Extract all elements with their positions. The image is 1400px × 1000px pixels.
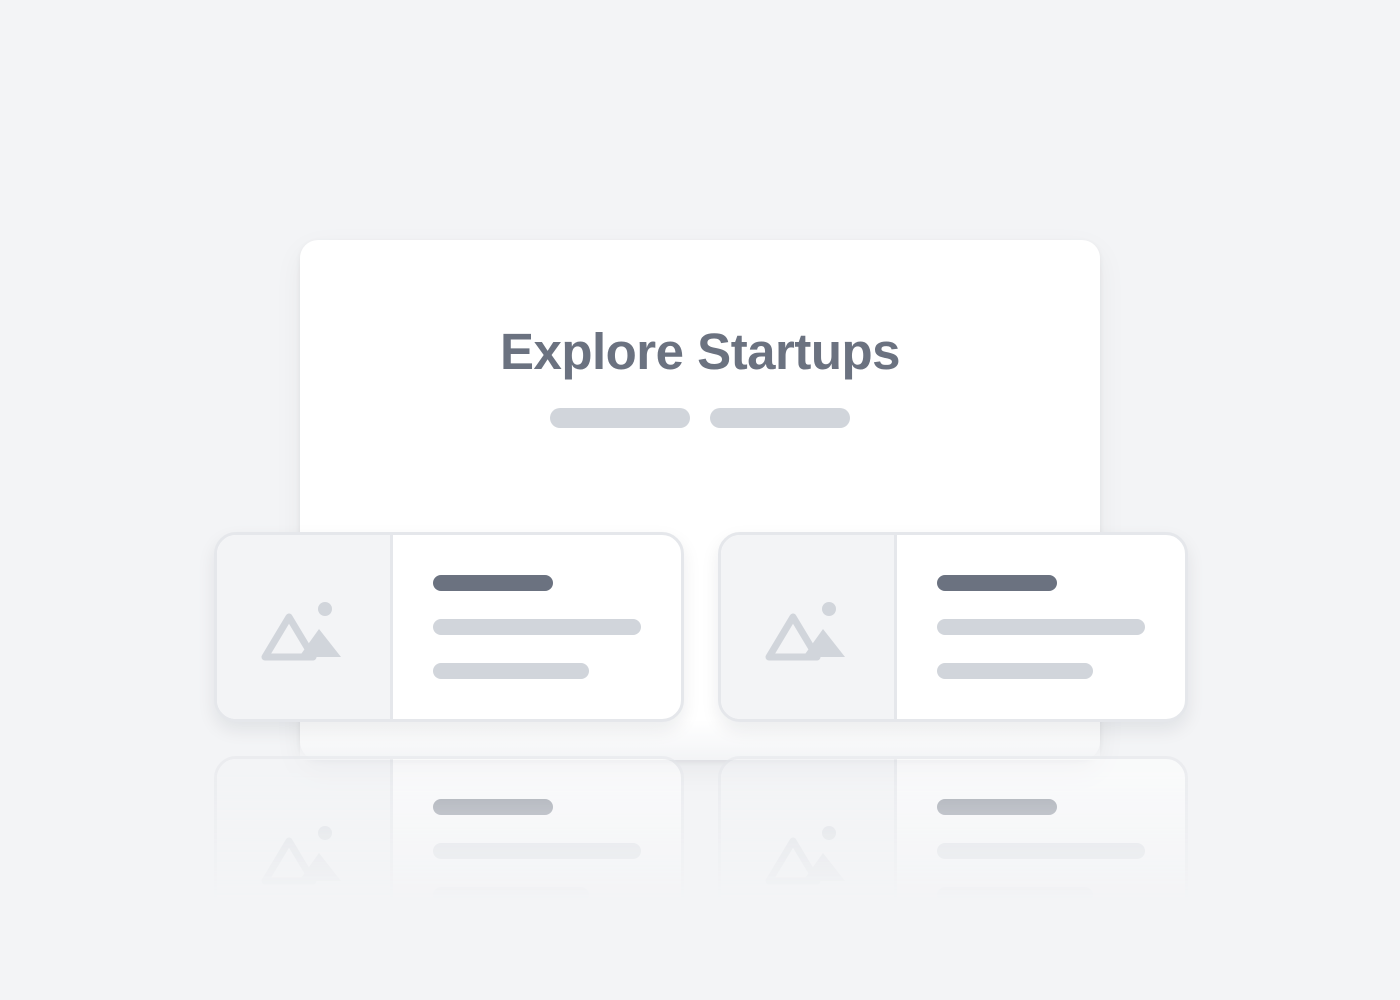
skeleton-pill <box>550 408 690 428</box>
skeleton-line <box>433 619 641 635</box>
image-placeholder-icon <box>765 826 845 885</box>
startup-card-faded <box>718 756 1188 946</box>
hero-panel-fade <box>300 720 1100 760</box>
skeleton-line <box>937 887 1093 903</box>
card-thumbnail <box>217 535 393 719</box>
image-placeholder-icon <box>261 602 341 661</box>
image-placeholder-icon <box>261 826 341 885</box>
skeleton-line <box>433 887 589 903</box>
image-placeholder-icon <box>765 602 845 661</box>
startup-card[interactable] <box>718 532 1188 722</box>
startup-card-faded <box>214 756 684 946</box>
card-thumbnail <box>721 759 897 943</box>
card-thumbnail <box>721 535 897 719</box>
card-thumbnail <box>217 759 393 943</box>
skeleton-line <box>433 843 641 859</box>
stage: Explore Startups <box>0 0 1400 1000</box>
skeleton-title <box>433 799 553 815</box>
skeleton-title <box>937 575 1057 591</box>
skeleton-line <box>937 619 1145 635</box>
skeleton-pill <box>710 408 850 428</box>
page-title: Explore Startups <box>499 323 901 380</box>
skeleton-line <box>433 663 589 679</box>
skeleton-line <box>937 843 1145 859</box>
cards-reflection <box>0 756 1400 946</box>
startup-card[interactable] <box>214 532 684 722</box>
skeleton-title <box>937 799 1057 815</box>
skeleton-line <box>937 663 1093 679</box>
skeleton-title <box>433 575 553 591</box>
